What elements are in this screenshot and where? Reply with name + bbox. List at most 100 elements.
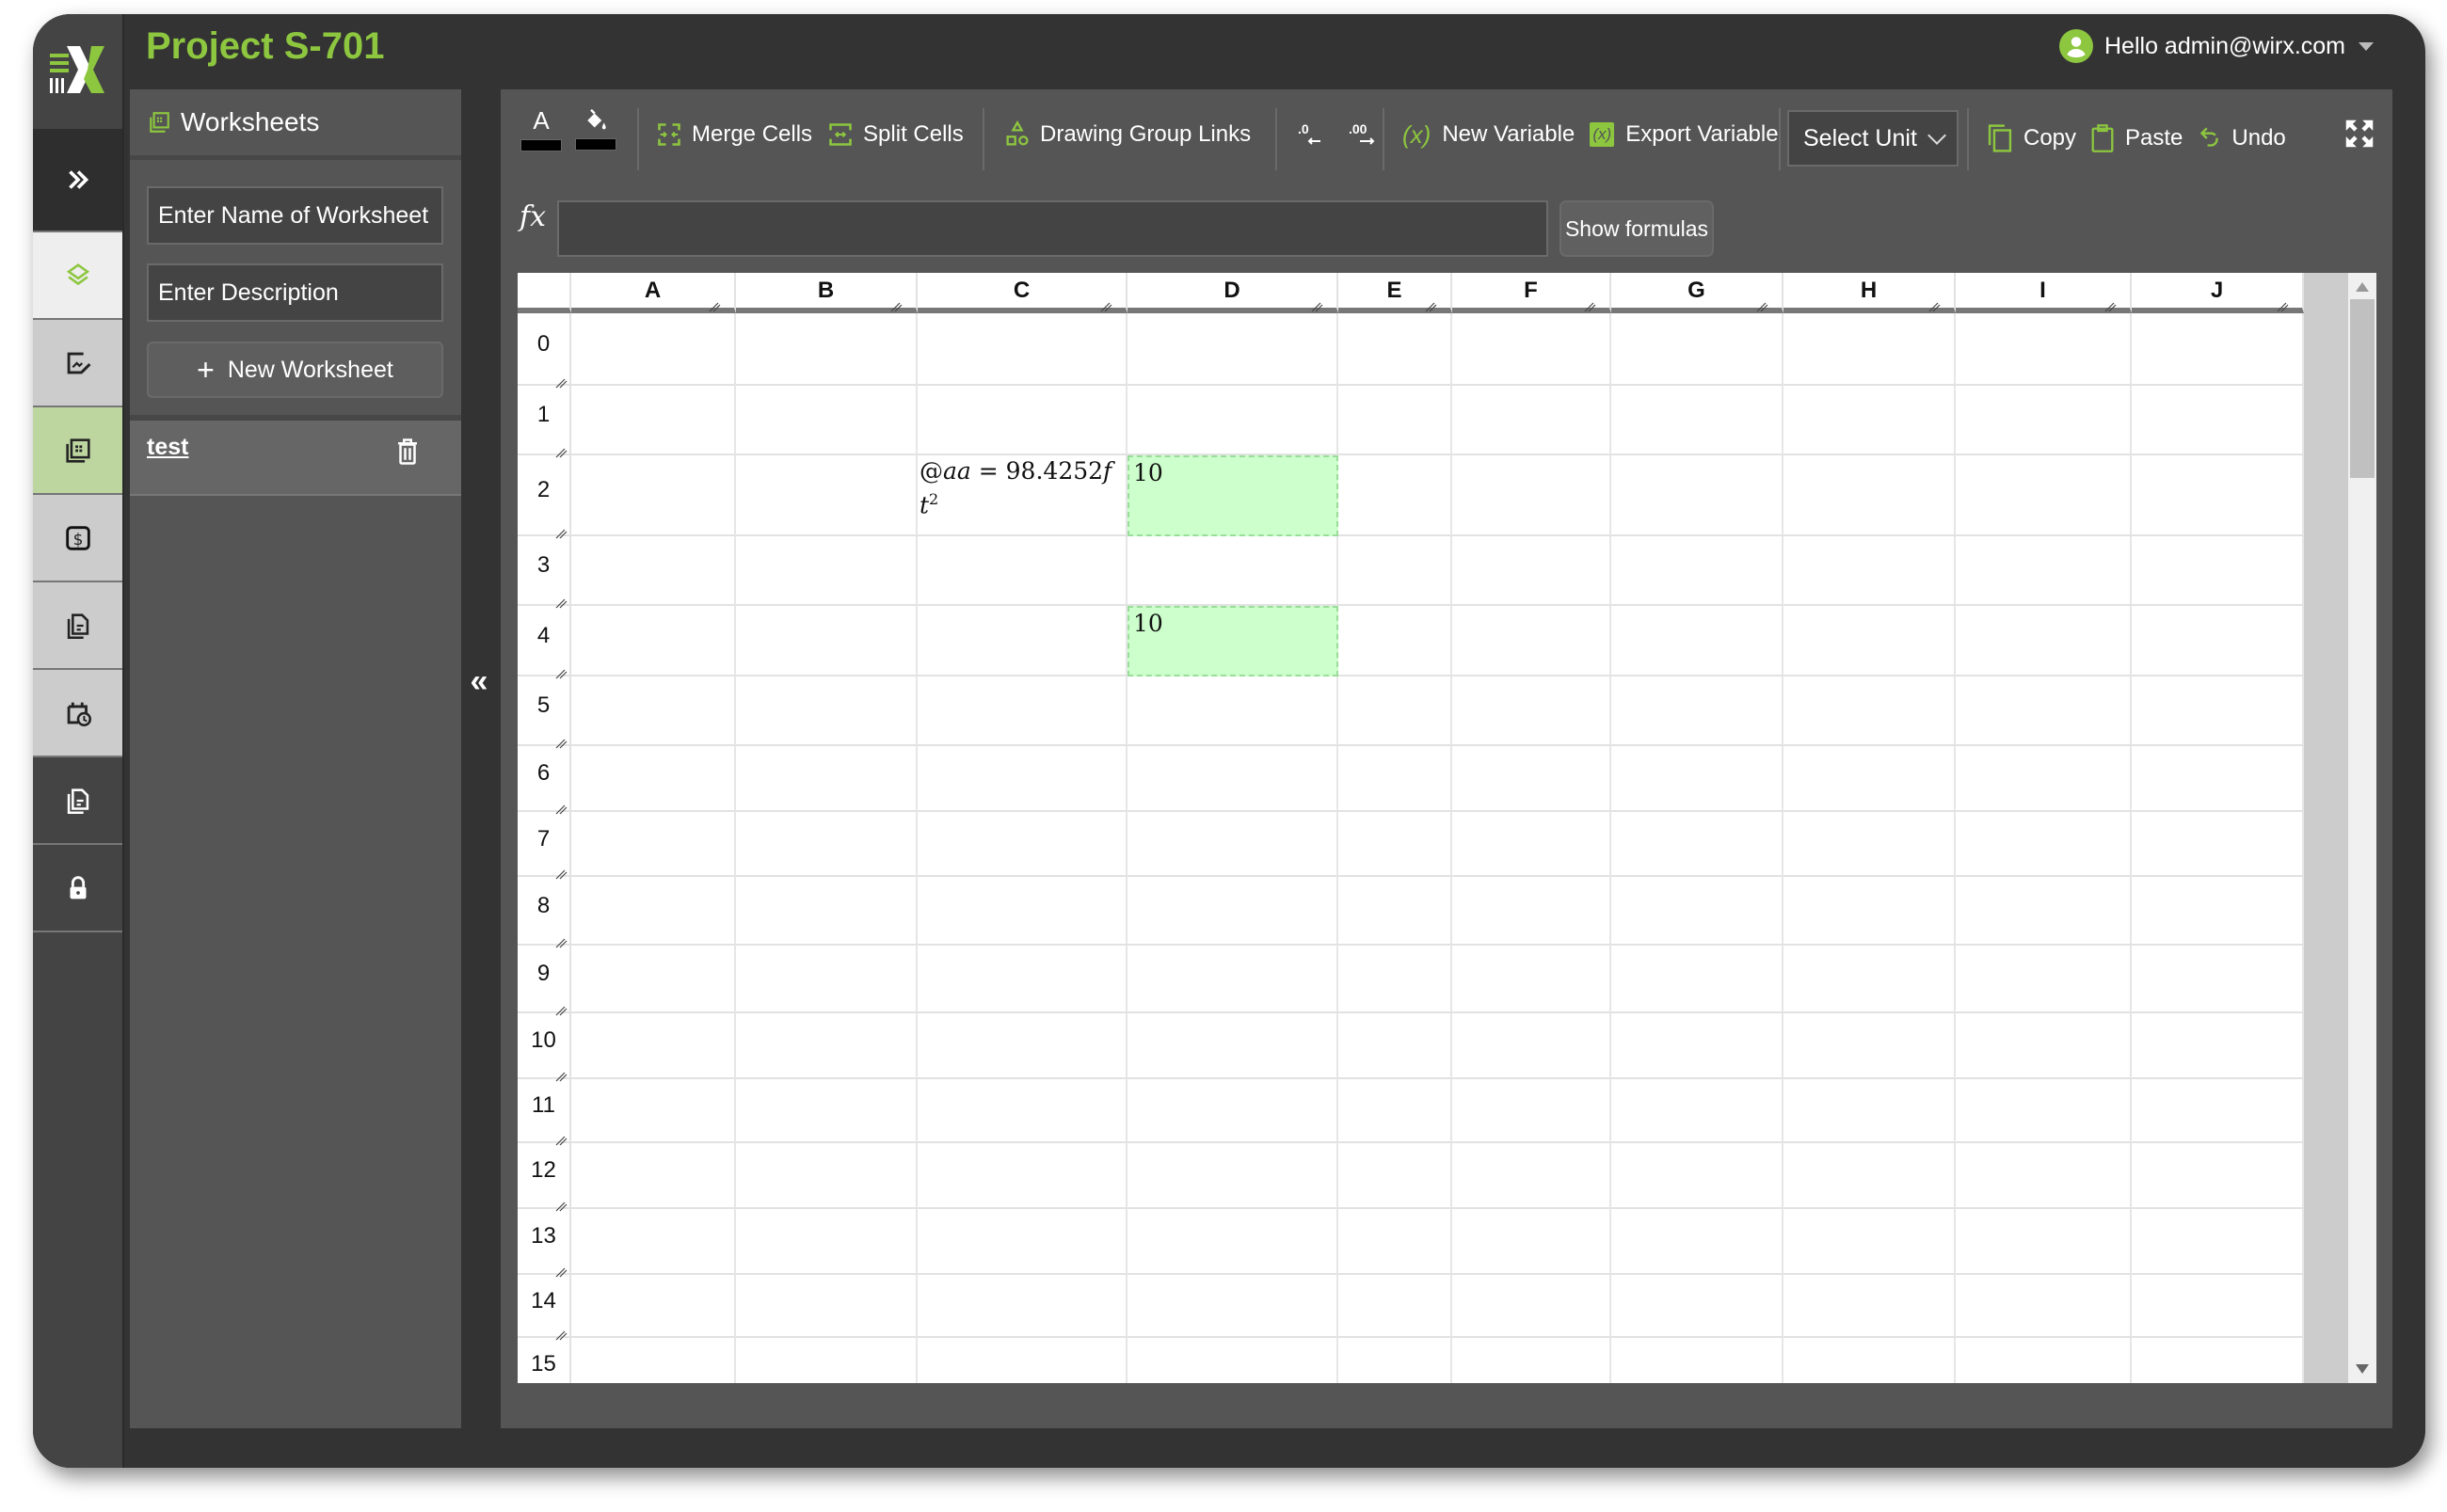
cell-h13[interactable] (1783, 1209, 1956, 1275)
cell-b14[interactable] (736, 1275, 918, 1338)
cell-c12[interactable] (918, 1143, 1128, 1209)
cell-b10[interactable] (736, 1013, 918, 1079)
cell-b1[interactable] (736, 386, 918, 455)
cell-a9[interactable] (571, 946, 736, 1013)
cell-g11[interactable] (1611, 1079, 1783, 1143)
cell-a12[interactable] (571, 1143, 736, 1209)
cell-c11[interactable] (918, 1079, 1128, 1143)
cell-g4[interactable] (1611, 606, 1783, 676)
cell-c8[interactable] (918, 877, 1128, 946)
drawing-group-links-button[interactable]: Drawing Group Links (1004, 120, 1251, 149)
cell-h0[interactable] (1783, 313, 1956, 386)
cell-e13[interactable] (1338, 1209, 1452, 1275)
row-resize-handle-icon[interactable] (554, 1321, 568, 1341)
cell-h4[interactable] (1783, 606, 1956, 676)
cell-g8[interactable] (1611, 877, 1783, 946)
cell-h9[interactable] (1783, 946, 1956, 1013)
cell-e3[interactable] (1338, 536, 1452, 606)
cell-f11[interactable] (1452, 1079, 1611, 1143)
rail-item-edit[interactable] (33, 320, 122, 407)
cell-f10[interactable] (1452, 1013, 1611, 1079)
cell-h10[interactable] (1783, 1013, 1956, 1079)
cell-c0[interactable] (918, 313, 1128, 386)
font-color-button[interactable]: A (520, 106, 562, 151)
cell-c1[interactable] (918, 386, 1128, 455)
rail-expand-button[interactable] (33, 129, 122, 232)
cell-i11[interactable] (1956, 1079, 2132, 1143)
cell-d12[interactable] (1128, 1143, 1338, 1209)
cell-i3[interactable] (1956, 536, 2132, 606)
cell-f2[interactable] (1452, 455, 1611, 536)
cell-c3[interactable] (918, 536, 1128, 606)
select-unit-dropdown[interactable]: Select Unit (1787, 110, 1959, 167)
cell-d14[interactable] (1128, 1275, 1338, 1338)
trash-icon[interactable] (395, 438, 420, 466)
cell-b5[interactable] (736, 676, 918, 746)
scroll-up-arrow-icon[interactable] (2356, 282, 2369, 292)
cell-c15[interactable] (918, 1338, 1128, 1383)
row-header-15[interactable]: 15 (518, 1338, 571, 1383)
cell-a1[interactable] (571, 386, 736, 455)
cell-e14[interactable] (1338, 1275, 1452, 1338)
cell-g3[interactable] (1611, 536, 1783, 606)
user-menu[interactable]: Hello admin@wirx.com (2059, 29, 2374, 63)
cell-f1[interactable] (1452, 386, 1611, 455)
row-resize-handle-icon[interactable] (554, 729, 568, 749)
column-header-a[interactable]: A (571, 273, 736, 313)
vertical-scrollbar[interactable] (2304, 273, 2376, 1383)
spreadsheet-grid[interactable]: A B C D E F G H I J 0 1 2 @aa = 98.4252f t2 10 3 4 10 5 6 7 8 9… (518, 273, 2376, 1383)
cell-e0[interactable] (1338, 313, 1452, 386)
row-header-4[interactable]: 4 (518, 606, 571, 679)
cell-g15[interactable] (1611, 1338, 1783, 1383)
row-header-6[interactable]: 6 (518, 746, 571, 815)
row-resize-handle-icon[interactable] (554, 929, 568, 948)
new-worksheet-button[interactable]: + New Worksheet (147, 342, 443, 398)
row-header-14[interactable]: 14 (518, 1275, 571, 1341)
fullscreen-icon[interactable] (2342, 116, 2377, 151)
row-resize-handle-icon[interactable] (554, 438, 568, 458)
column-header-b[interactable]: B (736, 273, 918, 313)
row-resize-handle-icon[interactable] (554, 1062, 568, 1082)
cell-d13[interactable] (1128, 1209, 1338, 1275)
cell-c7[interactable] (918, 812, 1128, 877)
cell-h15[interactable] (1783, 1338, 1956, 1383)
scrollbar-thumb[interactable] (2350, 299, 2375, 478)
cell-j9[interactable] (2132, 946, 2304, 1013)
column-resize-handle-icon[interactable] (1310, 293, 1323, 312)
cell-d2[interactable]: 10 (1128, 455, 1338, 536)
column-resize-handle-icon[interactable] (2103, 293, 2117, 312)
cell-a5[interactable] (571, 676, 736, 746)
cell-d4[interactable]: 10 (1128, 606, 1338, 676)
cell-i0[interactable] (1956, 313, 2132, 386)
cell-h12[interactable] (1783, 1143, 1956, 1209)
cell-d11[interactable] (1128, 1079, 1338, 1143)
row-resize-handle-icon[interactable] (554, 589, 568, 609)
row-header-1[interactable]: 1 (518, 386, 571, 458)
cell-d10[interactable] (1128, 1013, 1338, 1079)
cell-e7[interactable] (1338, 812, 1452, 877)
column-header-f[interactable]: F (1452, 273, 1611, 313)
row-header-10[interactable]: 10 (518, 1013, 571, 1082)
cell-f0[interactable] (1452, 313, 1611, 386)
cell-j1[interactable] (2132, 386, 2304, 455)
cell-g10[interactable] (1611, 1013, 1783, 1079)
row-resize-handle-icon[interactable] (554, 860, 568, 880)
row-header-7[interactable]: 7 (518, 812, 571, 880)
cell-c6[interactable] (918, 746, 1128, 812)
column-resize-handle-icon[interactable] (2276, 293, 2289, 312)
cell-a2[interactable] (571, 455, 736, 536)
row-header-9[interactable]: 9 (518, 946, 571, 1016)
cell-a4[interactable] (571, 606, 736, 676)
cell-b0[interactable] (736, 313, 918, 386)
column-header-c[interactable]: C (918, 273, 1128, 313)
row-resize-handle-icon[interactable] (554, 795, 568, 815)
undo-button[interactable]: Undo (2198, 124, 2286, 152)
cell-g0[interactable] (1611, 313, 1783, 386)
column-header-j[interactable]: J (2132, 273, 2304, 313)
cell-f5[interactable] (1452, 676, 1611, 746)
cell-f13[interactable] (1452, 1209, 1611, 1275)
cell-f8[interactable] (1452, 877, 1611, 946)
column-resize-handle-icon[interactable] (1424, 293, 1437, 312)
cell-e1[interactable] (1338, 386, 1452, 455)
cell-b13[interactable] (736, 1209, 918, 1275)
